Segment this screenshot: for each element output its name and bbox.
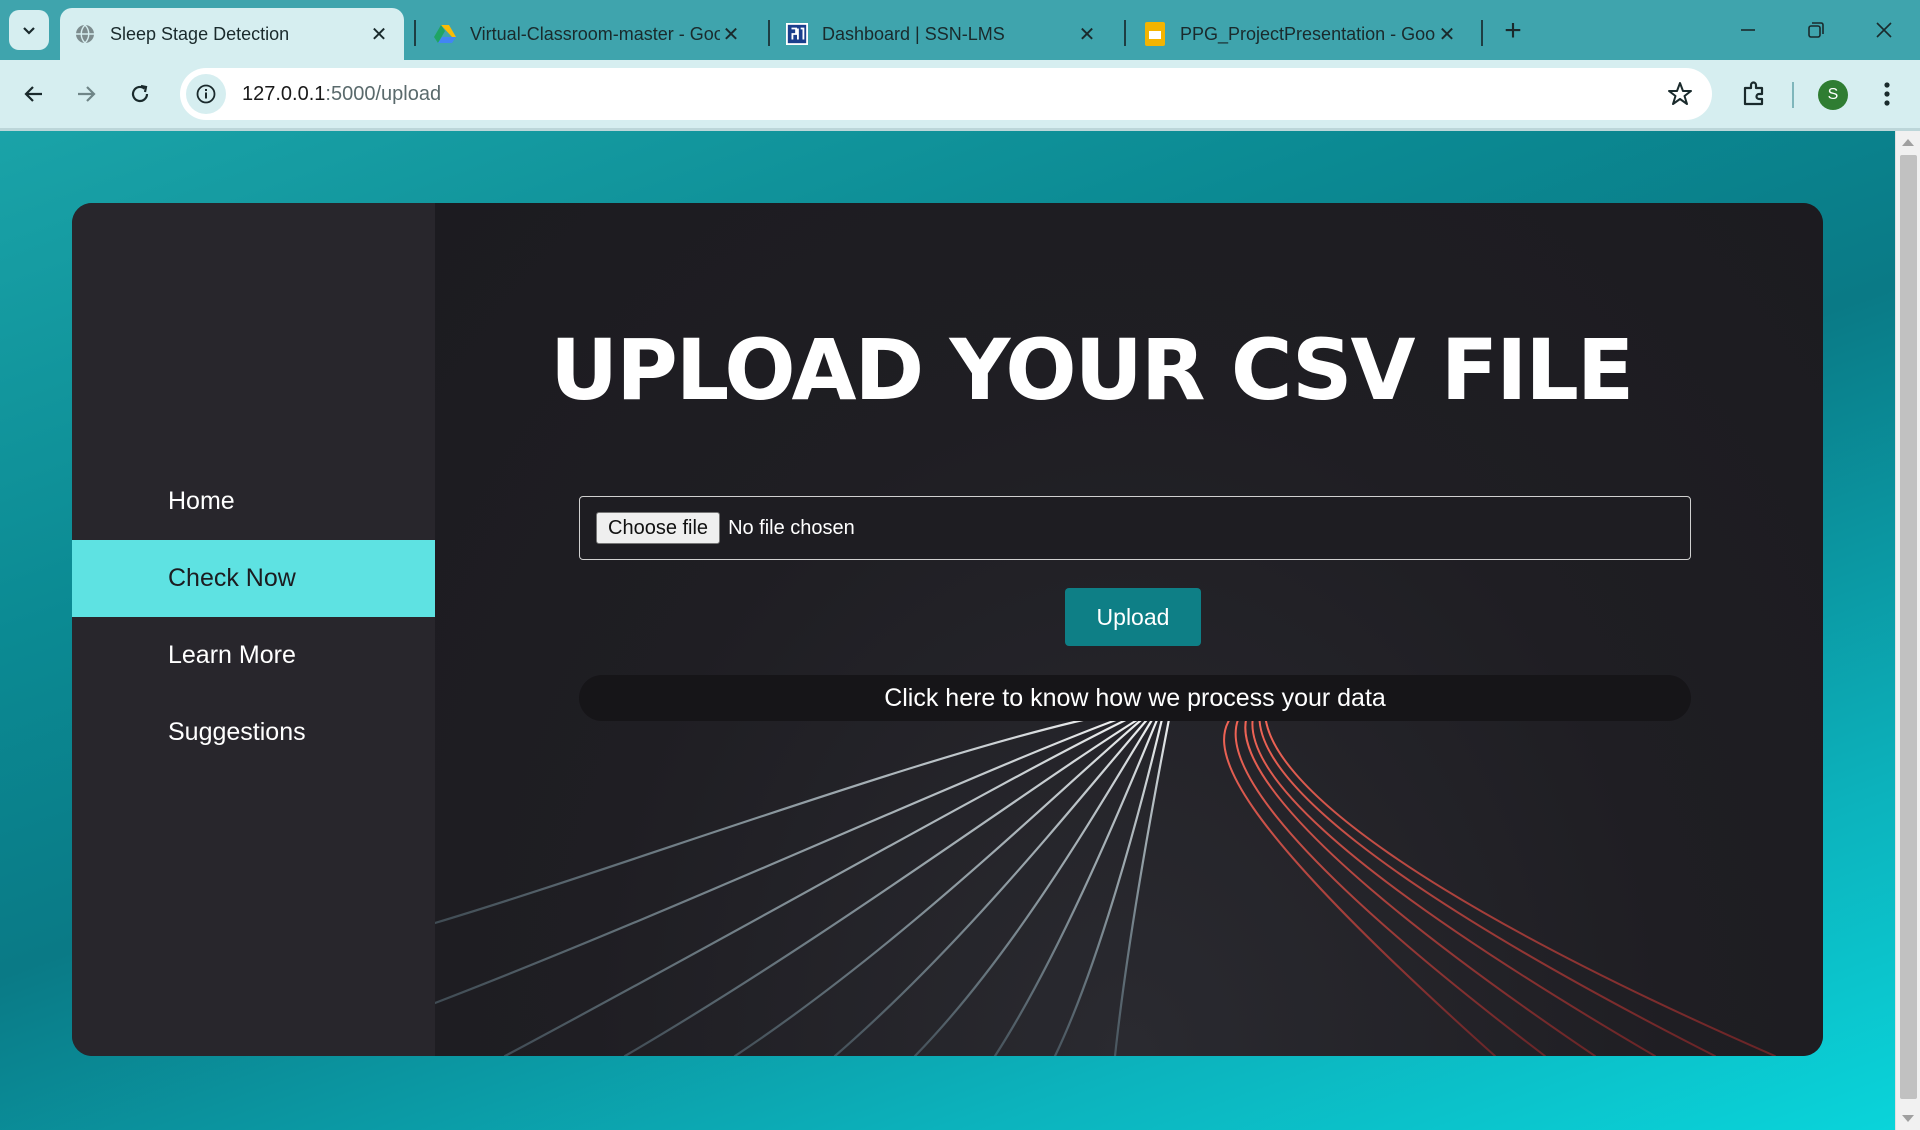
- google-slides-icon: [1144, 22, 1166, 46]
- back-button[interactable]: [14, 74, 54, 114]
- scroll-down-arrow-icon[interactable]: [1902, 1115, 1914, 1122]
- restore-button[interactable]: [1786, 10, 1846, 50]
- profile-avatar[interactable]: S: [1818, 80, 1848, 110]
- site-info-button[interactable]: [186, 74, 226, 114]
- tab-divider: [414, 20, 416, 46]
- minimize-button[interactable]: [1718, 10, 1778, 50]
- tab-ssn-lms[interactable]: Dashboard | SSN-LMS ✕: [772, 8, 1112, 60]
- browser-menu-button[interactable]: [1872, 76, 1902, 112]
- url-path: :5000/upload: [325, 82, 442, 105]
- puzzle-icon: [1743, 81, 1764, 106]
- tab-divider: [768, 20, 770, 46]
- close-icon[interactable]: ✕: [720, 23, 742, 46]
- page-scrollbar[interactable]: [1895, 131, 1920, 1130]
- data-processing-link[interactable]: Click here to know how we process your d…: [579, 675, 1691, 721]
- chevron-down-icon: [23, 27, 35, 35]
- minimize-icon: [1741, 29, 1755, 31]
- globe-icon: [74, 23, 96, 45]
- reload-icon: [131, 84, 149, 103]
- tab-divider: [1124, 20, 1126, 46]
- sidebar-item-check-now[interactable]: Check Now: [72, 540, 435, 617]
- plus-icon: +: [1504, 14, 1522, 47]
- reload-button[interactable]: [120, 74, 160, 114]
- close-icon[interactable]: ✕: [1076, 23, 1098, 46]
- close-icon: [1876, 22, 1892, 38]
- google-drive-icon: [434, 23, 456, 45]
- forward-button[interactable]: [66, 74, 106, 114]
- arrow-right-icon: [78, 86, 96, 102]
- arrow-left-icon: [24, 86, 42, 102]
- tab-title: Sleep Stage Detection: [110, 23, 290, 44]
- url-host: 127.0.0.1: [242, 82, 326, 105]
- page-title: UPLOAD YOUR CSV FILE: [550, 321, 1634, 419]
- url-text[interactable]: 127.0.0.1:5000/upload: [242, 83, 441, 106]
- tab-title: Dashboard | SSN-LMS: [822, 23, 1005, 44]
- tab-title: Virtual-Classroom-master - Goo: [470, 23, 720, 44]
- app-card: Home Check Now Learn More Suggestions UP…: [72, 203, 1823, 1056]
- info-icon: [196, 84, 216, 104]
- bookmark-button[interactable]: [1666, 80, 1694, 108]
- star-icon: [1668, 82, 1692, 105]
- tab-sleep-stage[interactable]: Sleep Stage Detection ✕: [60, 8, 404, 60]
- tab-ppg-presentation[interactable]: PPG_ProjectPresentation - Goo ✕: [1130, 8, 1472, 60]
- tab-search-button[interactable]: [9, 10, 49, 50]
- ssn-logo-icon: [786, 23, 808, 45]
- more-vertical-icon: [1884, 82, 1890, 106]
- toolbar-divider: [1792, 82, 1794, 108]
- restore-icon: [1808, 22, 1824, 38]
- scrollbar-thumb[interactable]: [1900, 155, 1917, 1099]
- sidebar-nav: Home Check Now Learn More Suggestions: [72, 203, 435, 1056]
- sidebar-item-learn-more[interactable]: Learn More: [72, 617, 435, 694]
- new-tab-button[interactable]: +: [1496, 14, 1530, 48]
- tab-title: PPG_ProjectPresentation - Goo: [1180, 23, 1436, 44]
- sidebar-item-suggestions[interactable]: Suggestions: [72, 694, 435, 771]
- browser-chrome: Sleep Stage Detection ✕ Virtual-Classroo…: [0, 0, 1920, 131]
- address-bar[interactable]: 127.0.0.1:5000/upload: [180, 68, 1712, 120]
- close-icon[interactable]: ✕: [1436, 23, 1458, 46]
- close-window-button[interactable]: [1854, 10, 1914, 50]
- tab-virtual-classroom[interactable]: Virtual-Classroom-master - Goo ✕: [420, 8, 756, 60]
- upload-panel: UPLOAD YOUR CSV FILE Choose file No file…: [435, 203, 1823, 1056]
- file-status-text: No file chosen: [728, 516, 855, 539]
- tab-divider: [1481, 20, 1483, 46]
- scroll-up-arrow-icon[interactable]: [1902, 139, 1914, 146]
- file-input[interactable]: Choose file No file chosen: [579, 496, 1691, 560]
- sidebar-item-home[interactable]: Home: [72, 463, 435, 540]
- close-icon[interactable]: ✕: [368, 23, 390, 46]
- upload-button[interactable]: Upload: [1065, 588, 1201, 646]
- choose-file-button[interactable]: Choose file: [596, 512, 721, 544]
- browser-toolbar: 127.0.0.1:5000/upload S: [0, 60, 1920, 128]
- extensions-button[interactable]: [1736, 76, 1772, 112]
- tab-strip: Sleep Stage Detection ✕ Virtual-Classroo…: [0, 0, 1920, 60]
- page-viewport: Home Check Now Learn More Suggestions UP…: [0, 131, 1895, 1130]
